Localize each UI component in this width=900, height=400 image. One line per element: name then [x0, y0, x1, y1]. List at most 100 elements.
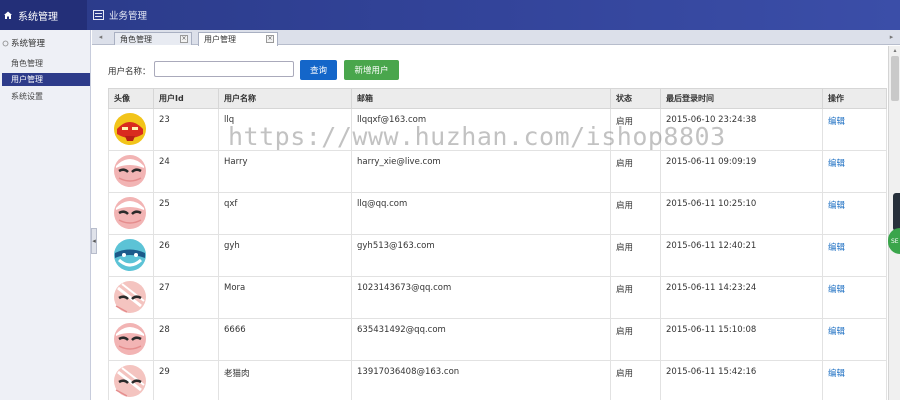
column-header-avatar[interactable]: 头像	[108, 88, 154, 109]
user-email-cell: 635431492@qq.com	[351, 318, 611, 361]
module-tab-label: 业务管理	[109, 11, 148, 22]
edit-user-link[interactable]: 编辑	[828, 369, 845, 379]
last-login-cell: 2015-06-11 09:09:19	[660, 150, 823, 193]
app-header[interactable]: 系统管理	[0, 0, 87, 30]
edit-user-link[interactable]: 编辑	[828, 327, 845, 337]
sidebar-group-label: 系统管理	[11, 39, 46, 49]
user-id-cell: 27	[153, 276, 219, 319]
sidebar-group-system[interactable]: 系统管理	[0, 37, 91, 49]
close-icon[interactable]: ×	[180, 35, 188, 43]
avatar	[113, 281, 147, 317]
sidebar-item-roles[interactable]: 角色管理	[2, 57, 90, 70]
last-login-cell: 2015-06-11 12:40:21	[660, 234, 823, 277]
avatar-cell	[108, 276, 154, 319]
user-id-cell: 24	[153, 150, 219, 193]
avatar	[113, 323, 147, 359]
user-email-cell: gyh513@163.com	[351, 234, 611, 277]
user-name-cell: Harry	[218, 150, 352, 193]
user-id-cell: 25	[153, 192, 219, 235]
column-header-name[interactable]: 用户名称	[218, 88, 352, 109]
tab-label: 用户管理	[204, 35, 236, 44]
action-cell: 编辑	[822, 192, 887, 235]
avatar-cell	[108, 108, 154, 151]
user-status-cell: 启用	[610, 360, 661, 400]
table-row[interactable]: 26 gyh gyh513@163.com 启用 2015-06-11 12:40:21…	[108, 234, 887, 277]
table-row[interactable]: 24 Harry harry_xie@live.com 启用 2015-06-11 09…	[108, 150, 887, 193]
user-id-cell: 23	[153, 108, 219, 151]
avatar	[113, 113, 147, 149]
app-title: 系统管理	[18, 11, 58, 23]
edit-user-link[interactable]: 编辑	[828, 285, 845, 295]
avatar-cell	[108, 150, 154, 193]
column-header-action: 操作	[822, 88, 887, 109]
user-name-cell: gyh	[218, 234, 352, 277]
table-row[interactable]: 29 老猫肉 13917036408@163.con 启用 2015-06-11 15:…	[108, 360, 887, 400]
avatar-cell	[108, 318, 154, 361]
user-management-panel: 用户名称： 查询 新增用户 头像 用户Id 用户名称 邮箱 状态 最后登录时间 …	[97, 46, 888, 400]
edit-user-link[interactable]: 编辑	[828, 159, 845, 169]
user-name-cell: Mora	[218, 276, 352, 319]
avatar	[113, 365, 147, 400]
table-header-row: 头像 用户Id 用户名称 邮箱 状态 最后登录时间 操作	[108, 88, 887, 109]
user-status-cell: 启用	[610, 150, 661, 193]
avatar	[113, 239, 147, 275]
sidebar-item-label: 用户管理	[11, 75, 43, 84]
query-button[interactable]: 查询	[300, 60, 337, 80]
user-email-cell: harry_xie@live.com	[351, 150, 611, 193]
username-search-input[interactable]	[154, 61, 294, 77]
user-status-cell: 启用	[610, 234, 661, 277]
last-login-cell: 2015-06-11 15:10:08	[660, 318, 823, 361]
sidebar-item-users[interactable]: 用户管理	[2, 73, 90, 86]
avatar-cell	[108, 192, 154, 235]
watermark-text: https://www.huzhan.com/ishop8803	[228, 122, 726, 151]
add-user-button[interactable]: 新增用户	[344, 60, 399, 80]
column-header-last-login[interactable]: 最后登录时间	[660, 88, 823, 109]
module-tab-business[interactable]: 业务管理	[93, 0, 147, 30]
user-id-cell: 28	[153, 318, 219, 361]
floating-widget-label: SE	[891, 237, 899, 245]
user-name-cell: 6666	[218, 318, 352, 361]
user-email-cell: llq@qq.com	[351, 192, 611, 235]
table-row[interactable]: 25 qxf llq@qq.com 启用 2015-06-11 10:25:10 编辑	[108, 192, 887, 235]
last-login-cell: 2015-06-11 15:42:16	[660, 360, 823, 400]
tab-scroll-left-icon[interactable]: ◂	[96, 32, 105, 42]
top-bar: 系统管理 业务管理	[0, 0, 900, 30]
user-email-cell: 1023143673@qq.com	[351, 276, 611, 319]
edit-user-link[interactable]: 编辑	[828, 243, 845, 253]
tab-label: 角色管理	[120, 34, 152, 44]
last-login-cell: 2015-06-11 10:25:10	[660, 192, 823, 235]
circle-bullet-icon	[2, 40, 9, 46]
edit-user-link[interactable]: 编辑	[828, 201, 845, 211]
list-icon	[93, 10, 104, 20]
user-name-cell: 老猫肉	[218, 360, 352, 400]
chevron-left-icon: ◂	[92, 237, 96, 245]
action-cell: 编辑	[822, 108, 887, 151]
user-status-cell: 启用	[610, 276, 661, 319]
column-header-email[interactable]: 邮箱	[351, 88, 611, 109]
user-status-cell: 启用	[610, 192, 661, 235]
column-header-status[interactable]: 状态	[610, 88, 661, 109]
search-label: 用户名称：	[108, 67, 151, 77]
floating-side-widget[interactable]	[893, 193, 900, 231]
table-row[interactable]: 28 6666 635431492@qq.com 启用 2015-06-11 15:10…	[108, 318, 887, 361]
table-row[interactable]: 27 Mora 1023143673@qq.com 启用 2015-06-11 14:2…	[108, 276, 887, 319]
home-icon	[4, 11, 12, 19]
scrollbar-thumb[interactable]	[891, 56, 899, 101]
edit-user-link[interactable]: 编辑	[828, 117, 845, 127]
tab-roles[interactable]: 角色管理 ×	[114, 32, 192, 45]
scroll-up-arrow-icon[interactable]: ▴	[891, 47, 899, 54]
action-cell: 编辑	[822, 360, 887, 400]
sidebar-item-settings[interactable]: 系统设置	[2, 90, 90, 103]
action-cell: 编辑	[822, 318, 887, 361]
tab-users[interactable]: 用户管理 ×	[198, 32, 278, 46]
sidebar-item-label: 系统设置	[11, 92, 43, 101]
action-cell: 编辑	[822, 234, 887, 277]
user-id-cell: 29	[153, 360, 219, 400]
avatar	[113, 155, 147, 191]
column-header-id[interactable]: 用户Id	[153, 88, 219, 109]
action-cell: 编辑	[822, 150, 887, 193]
close-icon[interactable]: ×	[266, 35, 274, 43]
tab-scroll-right-icon[interactable]: ▸	[887, 32, 896, 42]
user-id-cell: 26	[153, 234, 219, 277]
user-name-cell: qxf	[218, 192, 352, 235]
